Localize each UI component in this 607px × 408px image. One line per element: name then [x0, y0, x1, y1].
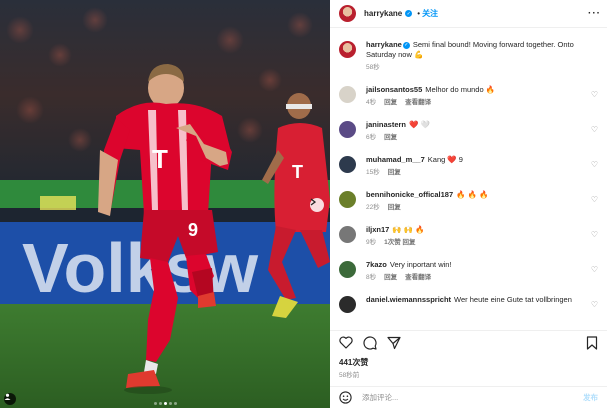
- svg-text:T: T: [292, 162, 303, 182]
- comment-text: Wer heute eine Gute tat vollbringen: [454, 295, 572, 304]
- commenter-username[interactable]: iljxn17: [366, 225, 389, 234]
- verified-badge-icon: ✓: [405, 10, 413, 17]
- like-count[interactable]: 441次赞: [339, 357, 368, 368]
- post-timestamp: 58秒前: [339, 372, 360, 379]
- commenter-avatar[interactable]: [339, 226, 356, 243]
- comment-like-icon[interactable]: ♡: [591, 195, 598, 204]
- photo-image: Volksw T T 9: [0, 0, 330, 408]
- post-header: harrykane ✓ • 关注 ···: [330, 0, 607, 28]
- comment-row: bennihonicke_offical187 🔥 🔥 🔥 22秒 回复 ♡: [339, 190, 598, 213]
- commenter-username[interactable]: jailsonsantos55: [366, 85, 422, 94]
- comment-row: janinastern ❤️ 🤍 6秒 回复 ♡: [339, 120, 598, 143]
- carousel-dot: [158, 402, 162, 405]
- publish-button[interactable]: 发布: [583, 392, 598, 403]
- commenter-avatar[interactable]: [339, 296, 356, 313]
- heart-icon[interactable]: [339, 336, 353, 349]
- reply-button[interactable]: 回复: [388, 168, 401, 178]
- comment-row: iljxn17 🙌 🙌 🔥 9秒 1次赞 回复 ♡: [339, 225, 598, 248]
- reply-button[interactable]: 1次赞 回复: [384, 238, 415, 248]
- comment-like-icon[interactable]: ♡: [591, 300, 598, 309]
- author-avatar-small[interactable]: [339, 41, 356, 58]
- reply-button[interactable]: 回复: [384, 133, 397, 143]
- carousel-dot: [173, 402, 177, 405]
- commenter-username[interactable]: daniel.wiemannsspricht: [366, 295, 451, 304]
- more-options-icon[interactable]: ···: [588, 8, 601, 18]
- comments-list[interactable]: harrykane ✓ Semi final bound! Moving forwa…: [330, 28, 607, 326]
- commenter-username[interactable]: bennihonicke_offical187: [366, 190, 453, 199]
- carousel-dot: [153, 402, 157, 405]
- separator-dot: •: [417, 9, 421, 18]
- comment-time: 8秒: [366, 274, 377, 281]
- reply-button[interactable]: 回复: [388, 203, 401, 213]
- add-comment-bar: 发布: [330, 386, 607, 408]
- comment-text: Melhor do mundo 🔥: [425, 85, 496, 94]
- carousel-dot: [163, 402, 167, 405]
- comment-row: jailsonsantos55 Melhor do mundo 🔥 4秒 回复 查看翻译…: [339, 85, 598, 108]
- comment-like-icon[interactable]: ♡: [591, 125, 598, 134]
- author-avatar[interactable]: [339, 5, 356, 22]
- comment-like-icon[interactable]: ♡: [591, 160, 598, 169]
- next-photo-button[interactable]: [310, 198, 324, 212]
- commenter-avatar[interactable]: [339, 86, 356, 103]
- caption-time: 58秒: [366, 64, 380, 71]
- commenter-avatar[interactable]: [339, 121, 356, 138]
- comment-time: 15秒: [366, 169, 380, 176]
- commenter-username[interactable]: 7kazo: [366, 260, 387, 269]
- comment-time: 6秒: [366, 134, 377, 141]
- see-translation-button[interactable]: 查看翻译: [405, 273, 431, 283]
- comment-text: ❤️ 🤍: [409, 120, 430, 129]
- author-username[interactable]: harrykane: [364, 9, 402, 18]
- emoji-icon[interactable]: [339, 391, 352, 404]
- follow-button[interactable]: 关注: [422, 8, 438, 19]
- commenter-username[interactable]: muhamad_m__7: [366, 155, 425, 164]
- see-translation-button[interactable]: 查看翻译: [405, 98, 431, 108]
- reply-button[interactable]: 回复: [384, 273, 397, 283]
- commenter-avatar[interactable]: [339, 156, 356, 173]
- post-actions: [330, 330, 607, 354]
- share-icon[interactable]: [387, 336, 401, 350]
- comment-text: 🙌 🙌 🔥: [392, 225, 425, 234]
- svg-text:T: T: [152, 144, 168, 174]
- chevron-right-icon: [310, 198, 316, 206]
- banner-text: Volksw: [22, 229, 259, 307]
- comment-like-icon[interactable]: ♡: [591, 265, 598, 274]
- comment-input[interactable]: [362, 393, 583, 402]
- commenter-avatar[interactable]: [339, 261, 356, 278]
- carousel-dots: [0, 402, 330, 405]
- comment-like-icon[interactable]: ♡: [591, 90, 598, 99]
- carousel-dot: [168, 402, 172, 405]
- comment-like-icon[interactable]: ♡: [591, 230, 598, 239]
- comment-text: 🔥 🔥 🔥: [456, 190, 489, 199]
- user-icon: [4, 393, 11, 400]
- comment-time: 9秒: [366, 239, 377, 246]
- comment-icon[interactable]: [363, 335, 377, 350]
- comment-text: Very inportant win!: [389, 260, 452, 269]
- bookmark-icon[interactable]: [586, 335, 598, 350]
- caption-author[interactable]: harrykane: [366, 40, 402, 49]
- caption: harrykane ✓ Semi final bound! Moving forwa…: [339, 40, 598, 73]
- post-side-panel: harrykane ✓ • 关注 ··· harrykane ✓ Semi fina…: [330, 0, 607, 408]
- svg-text:9: 9: [188, 220, 198, 240]
- verified-badge-icon: ✓: [402, 41, 410, 49]
- comment-row: daniel.wiemannsspricht Wer heute eine Gut…: [339, 295, 598, 313]
- post-photo[interactable]: Volksw T T 9: [0, 0, 330, 408]
- commenter-username[interactable]: janinastern: [366, 120, 406, 129]
- comment-row: 7kazo Very inportant win! 8秒 回复 查看翻译 ♡: [339, 260, 598, 283]
- comment-time: 22秒: [366, 204, 380, 211]
- reply-button[interactable]: 回复: [384, 98, 397, 108]
- commenter-avatar[interactable]: [339, 191, 356, 208]
- comment-text: Kang ❤️ 9: [427, 155, 463, 164]
- comment-row: muhamad_m__7 Kang ❤️ 9 15秒 回复 ♡: [339, 155, 598, 178]
- comment-time: 4秒: [366, 99, 377, 106]
